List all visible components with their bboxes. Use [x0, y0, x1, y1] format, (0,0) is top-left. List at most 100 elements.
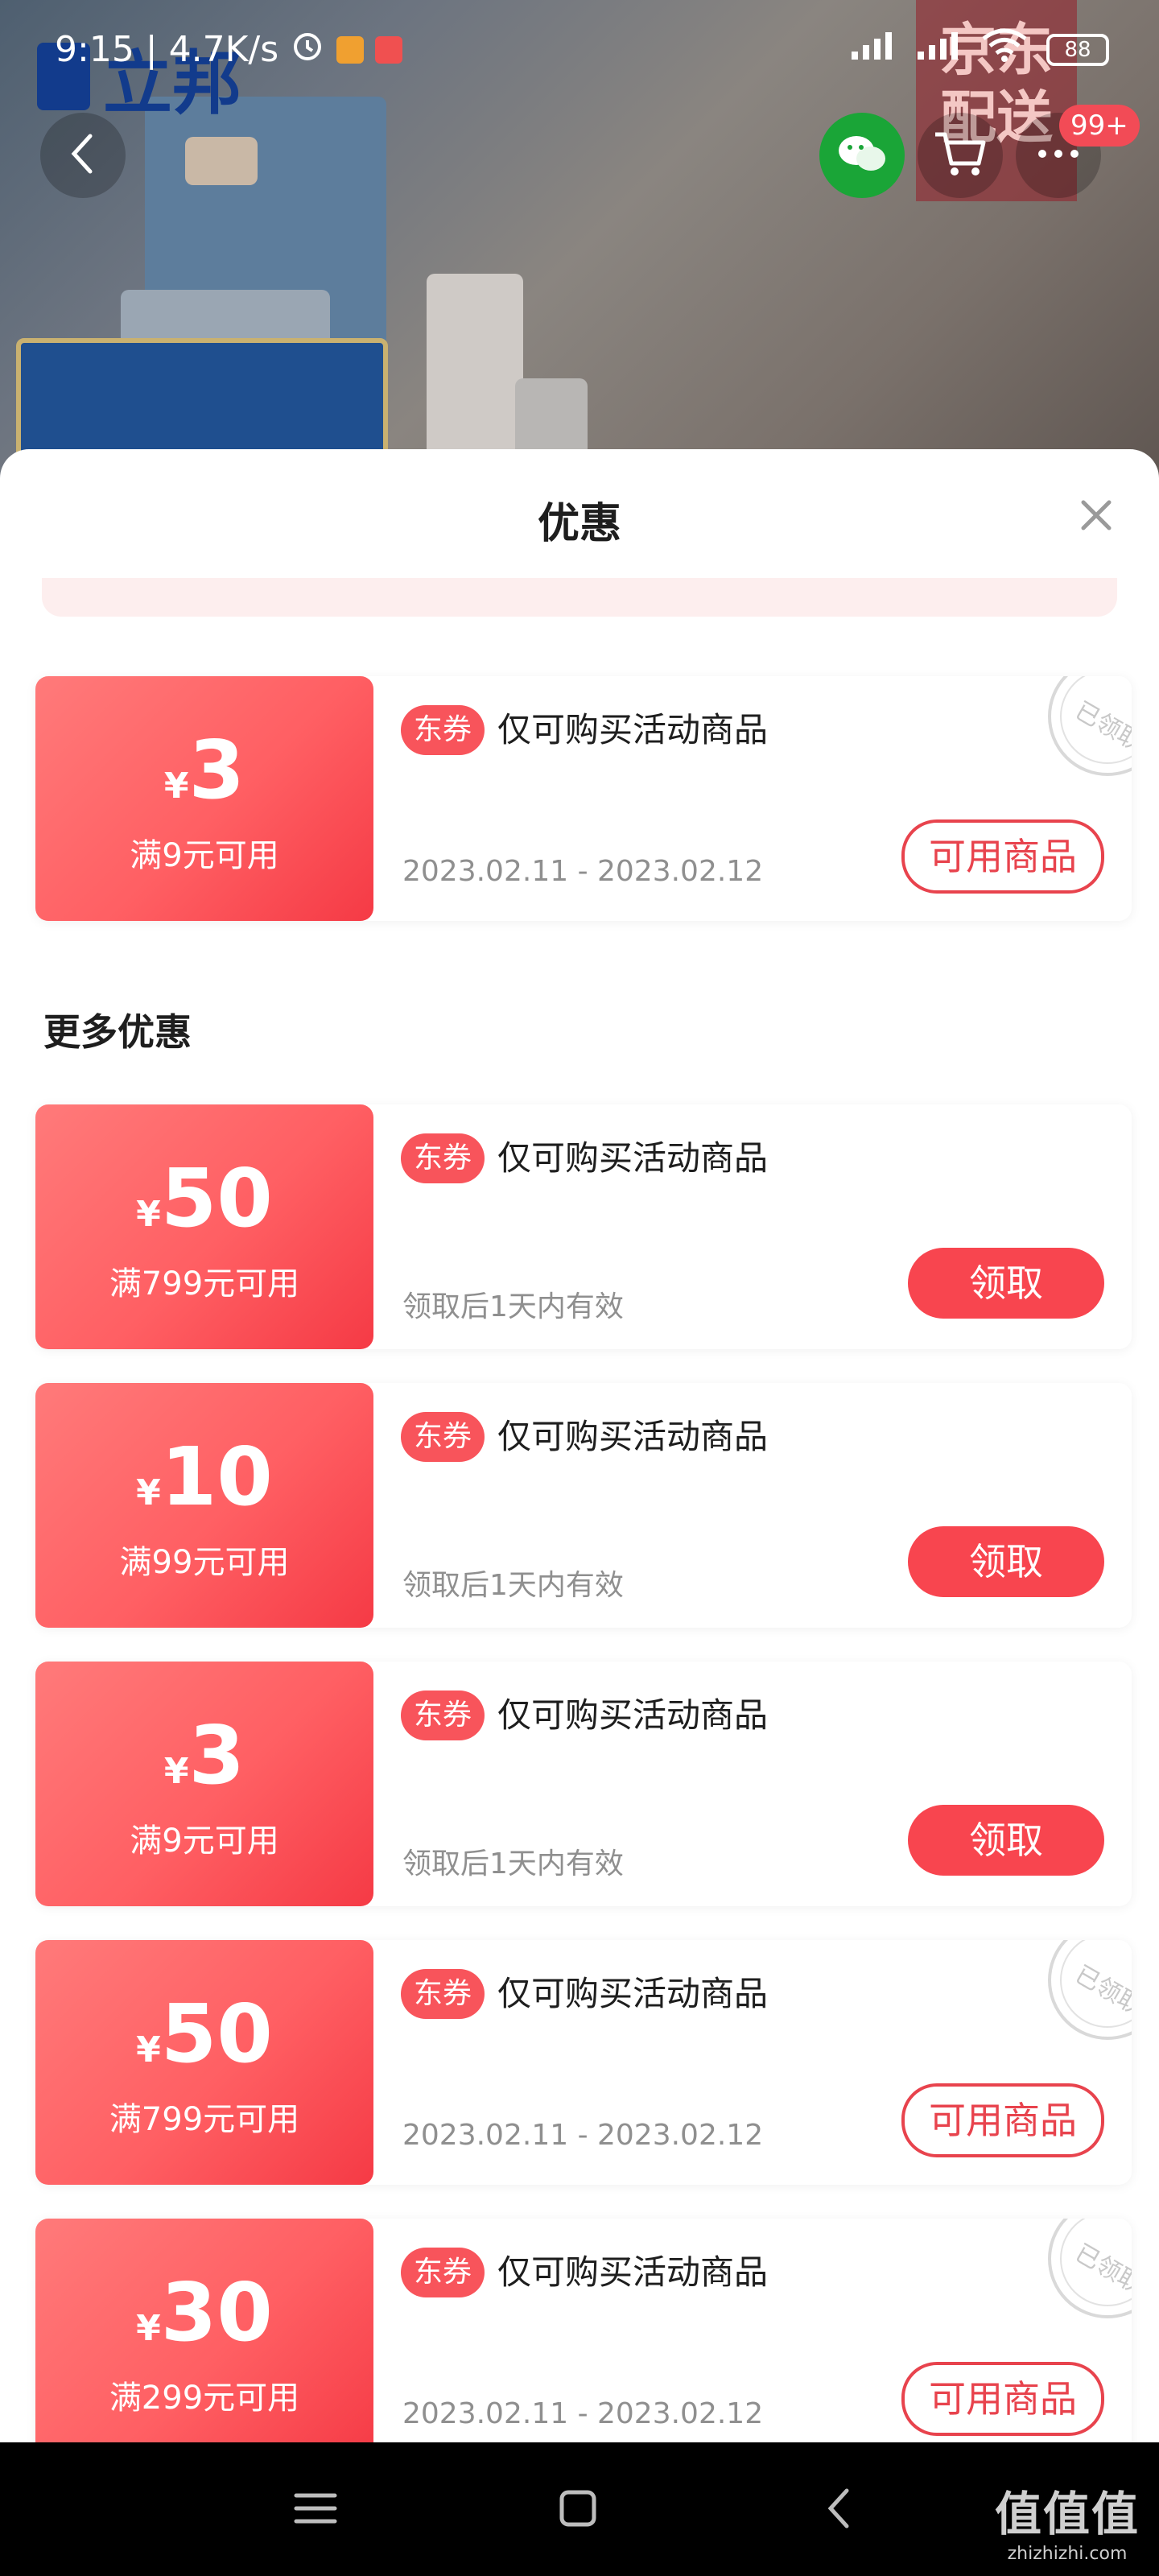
coupon-value-panel: ¥50 满799元可用: [35, 1104, 373, 1349]
claimed-stamp-text: 已领取: [1070, 696, 1132, 757]
app-notification-icon: [375, 35, 403, 64]
coupon-description: 仅可购买活动商品: [497, 1417, 769, 1456]
coupon-value-panel: ¥30 满299元可用: [35, 2219, 373, 2442]
coupon-validity: 2023.02.11 - 2023.02.12: [402, 855, 764, 888]
wechat-icon: [834, 130, 890, 181]
coupon-validity: 2023.02.11 - 2023.02.12: [402, 2119, 764, 2152]
coupon-condition: 满299元可用: [109, 2380, 300, 2417]
currency-symbol: ¥: [136, 2029, 161, 2070]
site-watermark: 值值值 zhizhizhi.com: [995, 2476, 1140, 2564]
coupon-card: ¥3 满9元可用 东券 仅可购买活动商品 2023.02.11 - 2023.0…: [35, 676, 1132, 921]
watermark-sub: zhizhizhi.com: [1007, 2544, 1128, 2564]
claimed-stamp-text: 已领取: [1070, 2239, 1132, 2299]
available-goods-button[interactable]: 可用商品: [901, 819, 1104, 894]
coupon-card: ¥30 满299元可用 东券 仅可购买活动商品 2023.02.11 - 202…: [35, 2219, 1132, 2442]
coupon-type-tag: 东券: [401, 1690, 485, 1740]
claimed-stamp: 已领取: [1011, 1940, 1132, 2061]
back-button[interactable]: [40, 113, 126, 198]
cart-icon: [932, 128, 988, 183]
coupon-type-tag: 东券: [401, 1133, 485, 1183]
watermark-main: 值值值: [994, 2487, 1140, 2541]
status-bar: 9:15 | 4.7K/s 88: [0, 0, 1159, 100]
wifi-icon: [980, 27, 1029, 72]
coupon-card: ¥10 满99元可用 东券 仅可购买活动商品 领取后1天内有效 领取: [35, 1383, 1132, 1628]
coupon-condition: 满9元可用: [130, 837, 279, 874]
menu-nav-button[interactable]: [283, 2476, 348, 2541]
close-button[interactable]: [1064, 483, 1128, 547]
coupon-value-panel: ¥3 满9元可用: [35, 676, 373, 921]
coupon-amount: ¥30: [35, 2268, 373, 2357]
coupon-amount-value: 10: [160, 1430, 273, 1524]
coupon-amount: ¥50: [35, 1154, 373, 1243]
sheet-title: 优惠: [537, 500, 621, 548]
coupon-card: ¥3 满9元可用 东券 仅可购买活动商品 领取后1天内有效 领取: [35, 1662, 1132, 1906]
coupon-condition: 满99元可用: [119, 1544, 290, 1581]
coupon-amount-value: 30: [160, 2265, 273, 2359]
currency-symbol: ¥: [136, 2308, 161, 2349]
chevron-left-icon: [808, 2488, 872, 2544]
currency-symbol: ¥: [136, 1472, 161, 1513]
coupon-type-tag: 东券: [401, 2248, 485, 2297]
section-title-more: 更多优惠: [43, 1010, 192, 1054]
more-dots-icon: [1034, 146, 1083, 165]
coupon-description: 仅可购买活动商品: [497, 2252, 769, 2292]
claim-button[interactable]: 领取: [908, 1805, 1104, 1876]
signal-icon: [848, 29, 897, 70]
home-nav-button[interactable]: [546, 2476, 610, 2541]
coupon-validity: 领取后1天内有效: [402, 1847, 624, 1880]
coupon-type-tag: 东券: [401, 705, 485, 755]
coupon-type-tag: 东券: [401, 1412, 485, 1462]
available-goods-button[interactable]: 可用商品: [901, 2362, 1104, 2436]
coupon-amount: ¥3: [35, 726, 373, 815]
claimed-stamp: 已领取: [1011, 2219, 1132, 2339]
coupon-validity: 领取后1天内有效: [402, 1569, 624, 1602]
coupon-description: 仅可购买活动商品: [497, 710, 769, 749]
coupon-sheet: 优惠 ¥3 满9元可用 东券 仅可购买活动商品 2023.02.11 - 202…: [0, 449, 1159, 2442]
coupon-condition: 满799元可用: [109, 1265, 300, 1302]
status-time-speed: 9:15 | 4.7K/s: [55, 29, 279, 70]
coupon-amount: ¥50: [35, 1990, 373, 2079]
signal-icon: [914, 29, 963, 70]
coupon-type-tag: 东券: [401, 1969, 485, 2019]
alarm-icon: [290, 27, 325, 72]
close-icon: [1064, 500, 1128, 551]
coupon-condition: 满9元可用: [130, 1823, 279, 1860]
available-goods-button[interactable]: 可用商品: [901, 2083, 1104, 2157]
chevron-left-icon: [63, 130, 103, 181]
coupon-amount-value: 3: [188, 723, 245, 817]
wechat-share-button[interactable]: [819, 113, 905, 198]
coupon-amount: ¥3: [35, 1711, 373, 1800]
coupon-card: ¥50 满799元可用 东券 仅可购买活动商品 领取后1天内有效 领取: [35, 1104, 1132, 1349]
coupon-description: 仅可购买活动商品: [497, 1138, 769, 1178]
coupon-description: 仅可购买活动商品: [497, 1974, 769, 2013]
coupon-value-panel: ¥50 满799元可用: [35, 1940, 373, 2185]
menu-icon: [283, 2493, 348, 2544]
app-notification-icon: [336, 35, 365, 64]
claim-button[interactable]: 领取: [908, 1248, 1104, 1319]
coupon-description: 仅可购买活动商品: [497, 1695, 769, 1735]
home-square-icon: [546, 2490, 610, 2544]
cart-button[interactable]: [918, 113, 1003, 198]
system-nav-bar: 值值值 zhizhizhi.com: [0, 2442, 1159, 2576]
back-nav-button[interactable]: [808, 2476, 872, 2541]
currency-symbol: ¥: [163, 766, 189, 807]
currency-symbol: ¥: [163, 1751, 189, 1792]
coupon-value-panel: ¥3 满9元可用: [35, 1662, 373, 1906]
coupon-amount-value: 3: [188, 1708, 245, 1802]
coupon-amount-value: 50: [160, 1987, 273, 2081]
coupon-amount-value: 50: [160, 1151, 273, 1245]
notice-strip: [42, 578, 1117, 617]
claim-button[interactable]: 领取: [908, 1526, 1104, 1597]
coupon-card: ¥50 满799元可用 东券 仅可购买活动商品 2023.02.11 - 202…: [35, 1940, 1132, 2185]
coupon-amount: ¥10: [35, 1433, 373, 1521]
battery-indicator: 88: [1046, 33, 1109, 66]
claimed-stamp-text: 已领取: [1070, 1960, 1132, 2021]
cart-count-badge: 99+: [1059, 105, 1140, 147]
claimed-stamp: 已领取: [1011, 676, 1132, 797]
coupon-validity: 领取后1天内有效: [402, 1290, 624, 1323]
coupon-validity: 2023.02.11 - 2023.02.12: [402, 2397, 764, 2430]
coupon-value-panel: ¥10 满99元可用: [35, 1383, 373, 1628]
coupon-condition: 满799元可用: [109, 2101, 300, 2138]
currency-symbol: ¥: [136, 1194, 161, 1235]
product-box-shape: [185, 137, 258, 185]
